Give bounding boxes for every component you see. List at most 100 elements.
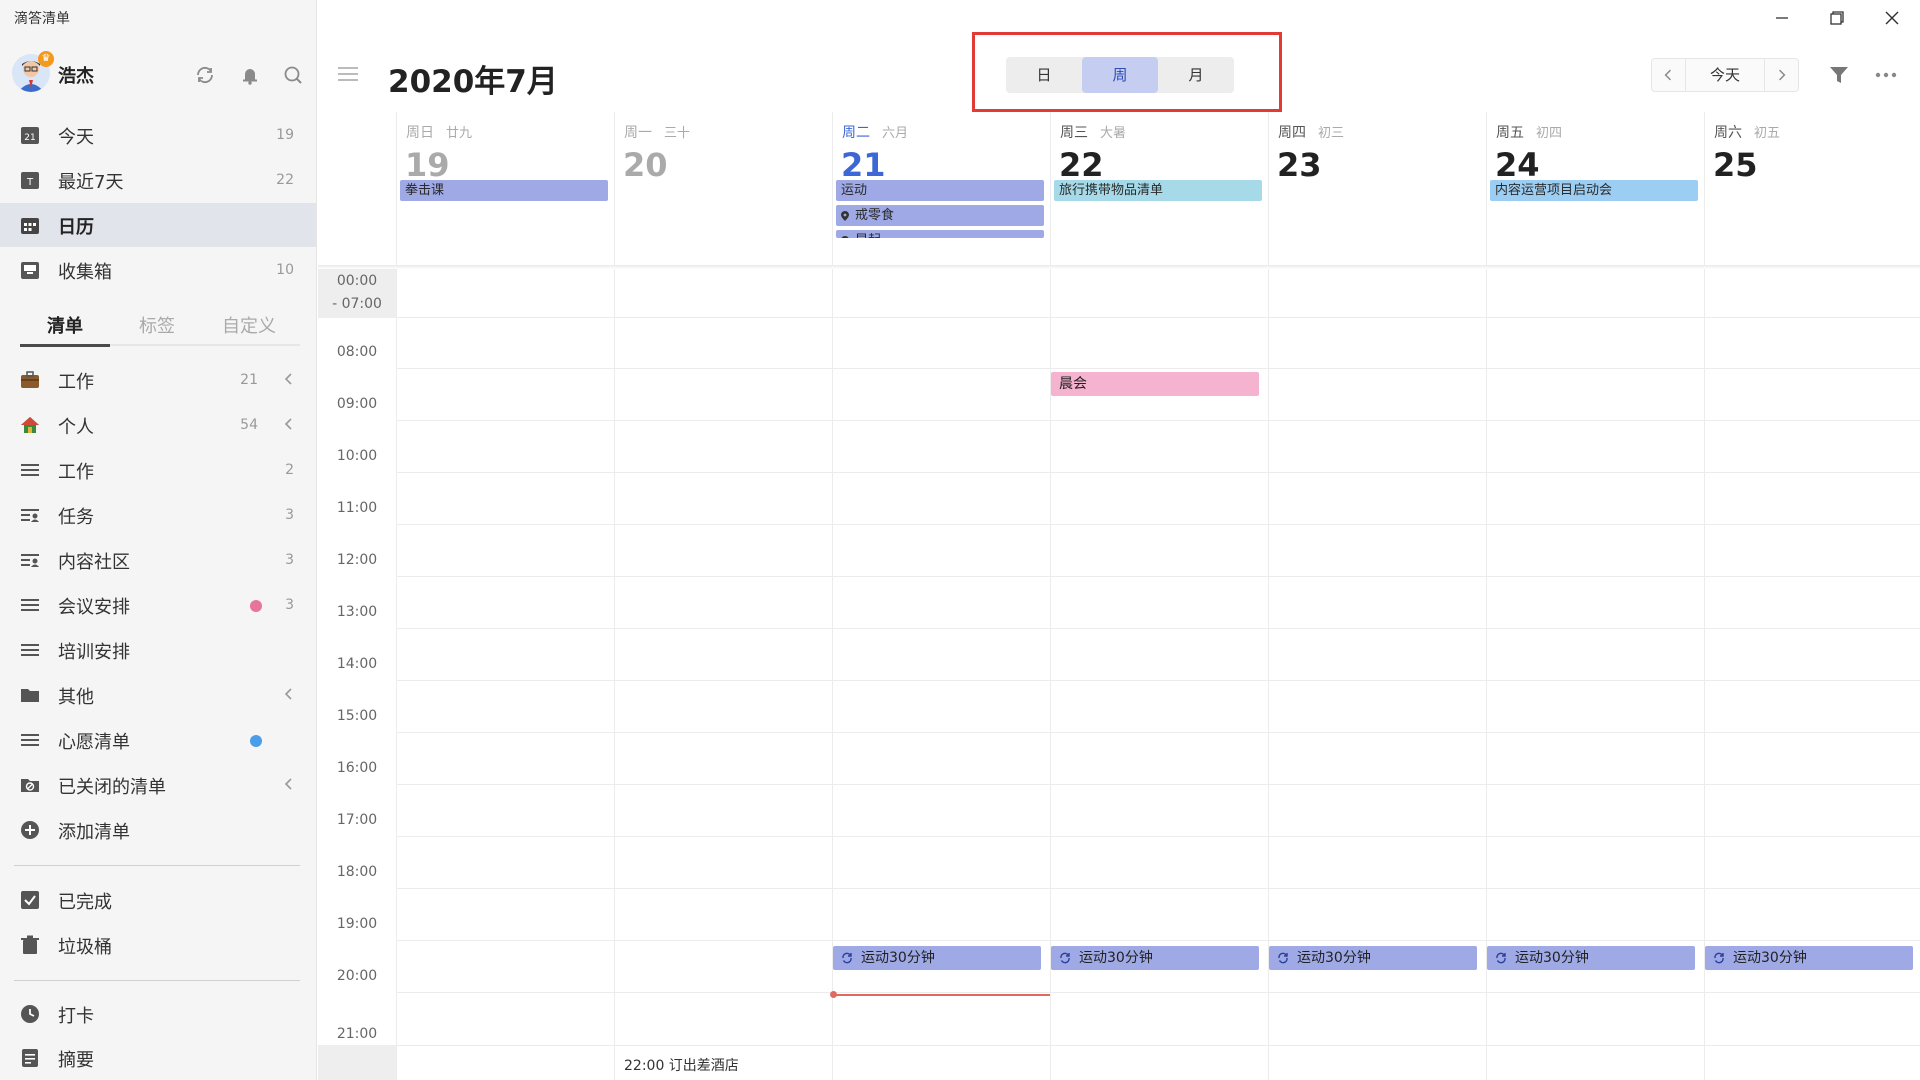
event-title: 运动30分钟 [1515, 950, 1589, 966]
sidebar-item-count: 3 [285, 507, 294, 523]
hour-gridline [396, 576, 1920, 577]
timed-event[interactable]: 运动30分钟 [1705, 946, 1913, 970]
close-window-icon[interactable] [1874, 6, 1910, 30]
event-title: 早起 [855, 233, 881, 238]
sidebar-item-training[interactable]: 培训安排 [0, 628, 316, 672]
all-day-event[interactable]: 早起 [836, 230, 1044, 238]
sidebar-item-calendar[interactable]: 日历 [0, 203, 316, 247]
day-weekday: 周日 [406, 125, 434, 141]
today-button[interactable]: 今天 [1686, 59, 1764, 91]
hour-gridline [396, 992, 1920, 993]
sidebar-item-summary[interactable]: 摘要 [0, 1036, 316, 1080]
time-label: 15:00 [336, 708, 378, 724]
all-day-section-divider [318, 265, 1920, 269]
sidebar-item-completed[interactable]: 已完成 [0, 878, 316, 922]
time-label: 12:00 [336, 552, 378, 568]
sidebar-item-today[interactable]: 21 今天 19 [0, 113, 316, 157]
sidebar-item-label: 日历 [58, 217, 94, 238]
sidebar-item-work-folder[interactable]: 工作 21 [0, 358, 316, 402]
sidebar-item-label: 收集箱 [58, 262, 112, 283]
minimize-window-icon[interactable] [1764, 6, 1800, 30]
chevron-left-icon[interactable] [282, 775, 296, 793]
sidebar-divider [14, 980, 300, 981]
timed-event[interactable]: 运动30分钟 [1487, 946, 1695, 970]
all-day-event[interactable]: 内容运营项目启动会 [1490, 180, 1698, 201]
repeat-icon [1496, 952, 1506, 964]
all-day-event[interactable]: 拳击课 [400, 180, 608, 201]
tab-lists[interactable]: 清单 [20, 312, 110, 338]
restore-window-icon[interactable] [1818, 6, 1854, 30]
sidebar-item-next-7-days[interactable]: T 最近7天 22 [0, 158, 316, 202]
sidebar-item-count: 54 [240, 417, 258, 433]
tab-custom[interactable]: 自定义 [204, 312, 294, 338]
time-label: 14:00 [336, 656, 378, 672]
hour-gridline [396, 524, 1920, 525]
timed-event-text[interactable]: 22:00 订出差酒店 [624, 1055, 739, 1075]
house-icon [21, 417, 39, 433]
sidebar-item-inbox[interactable]: 收集箱 10 [0, 248, 316, 292]
sidebar-item-tasks[interactable]: 任务 3 [0, 493, 316, 537]
sidebar-item-label: 工作 [58, 462, 94, 483]
search-icon[interactable] [282, 64, 304, 86]
sidebar-divider [14, 865, 300, 866]
sidebar-item-work-list[interactable]: 工作 2 [0, 448, 316, 492]
day-header[interactable]: 周六 初五 25 [1704, 112, 1920, 267]
timed-event[interactable]: 晨会 [1051, 372, 1259, 396]
timed-event[interactable]: 运动30分钟 [833, 946, 1041, 970]
all-day-event[interactable]: 旅行携带物品清单 [1054, 180, 1262, 201]
chevron-left-icon[interactable] [282, 370, 296, 388]
sidebar-item-closed-lists[interactable]: 已关闭的清单 [0, 763, 316, 807]
list-icon [21, 464, 39, 476]
filter-icon[interactable] [1828, 64, 1850, 86]
event-title: 运动30分钟 [1297, 950, 1371, 966]
event-title: 拳击课 [405, 183, 445, 198]
day-weekday: 周一 [624, 125, 652, 141]
sidebar-item-label: 其他 [58, 687, 94, 708]
all-day-event[interactable]: 戒零食 [836, 205, 1044, 226]
sidebar-item-habit[interactable]: 打卡 [0, 992, 316, 1036]
calendar-week-icon: T [21, 172, 39, 189]
event-title: 运动 [841, 183, 868, 198]
tab-tags[interactable]: 标签 [112, 312, 202, 338]
calendar-day-icon: 21 [21, 127, 39, 144]
sync-icon[interactable] [194, 64, 216, 86]
bell-icon[interactable] [239, 64, 261, 86]
hour-gridline [396, 317, 1920, 318]
sidebar-item-other-folder[interactable]: 其他 [0, 673, 316, 717]
timed-event[interactable]: 运动30分钟 [1269, 946, 1477, 970]
hour-gridline [396, 1045, 1920, 1046]
sidebar-item-trash[interactable]: 垃圾桶 [0, 923, 316, 967]
timed-event[interactable]: 运动30分钟 [1051, 946, 1259, 970]
day-weekday: 周四 [1278, 125, 1306, 141]
sidebar-item-content-community[interactable]: 内容社区 3 [0, 538, 316, 582]
sidebar-item-count: 3 [285, 552, 294, 568]
sidebar-item-wishlist[interactable]: 心愿清单 [0, 718, 316, 762]
current-time-line [834, 994, 1050, 996]
day-header[interactable]: 周四 初三 23 [1268, 112, 1486, 267]
sidebar-item-label: 内容社区 [58, 552, 130, 573]
hour-gridline [396, 732, 1920, 733]
chevron-left-icon[interactable] [1652, 59, 1686, 91]
sidebar-item-meetings[interactable]: 会议安排 3 [0, 583, 316, 627]
more-options-icon[interactable] [1873, 64, 1899, 86]
day-lunar-date: 廿九 [446, 126, 473, 141]
sidebar-item-count: 10 [276, 262, 294, 278]
add-list-button[interactable]: 添加清单 [0, 808, 316, 852]
day-number: 20 [623, 146, 668, 184]
chevron-left-icon[interactable] [282, 415, 296, 433]
trash-icon [21, 935, 39, 954]
day-header[interactable]: 周一 三十 20 [614, 112, 832, 267]
hour-gridline [396, 680, 1920, 681]
all-day-event[interactable]: 运动 [836, 180, 1044, 201]
sidebar-item-label: 工作 [58, 372, 94, 393]
sidebar-item-label: 摘要 [58, 1050, 94, 1071]
chevron-left-icon[interactable] [282, 685, 296, 703]
hamburger-menu-icon[interactable] [336, 64, 360, 84]
date-navigation: 今天 [1651, 58, 1799, 92]
sidebar-item-count: 2 [285, 462, 294, 478]
user-profile: ♛ 浩杰 [12, 51, 312, 98]
sidebar-item-personal-folder[interactable]: 个人 54 [0, 403, 316, 447]
hour-gridline [396, 784, 1920, 785]
summary-icon [22, 1049, 38, 1067]
chevron-right-icon[interactable] [1764, 59, 1798, 91]
